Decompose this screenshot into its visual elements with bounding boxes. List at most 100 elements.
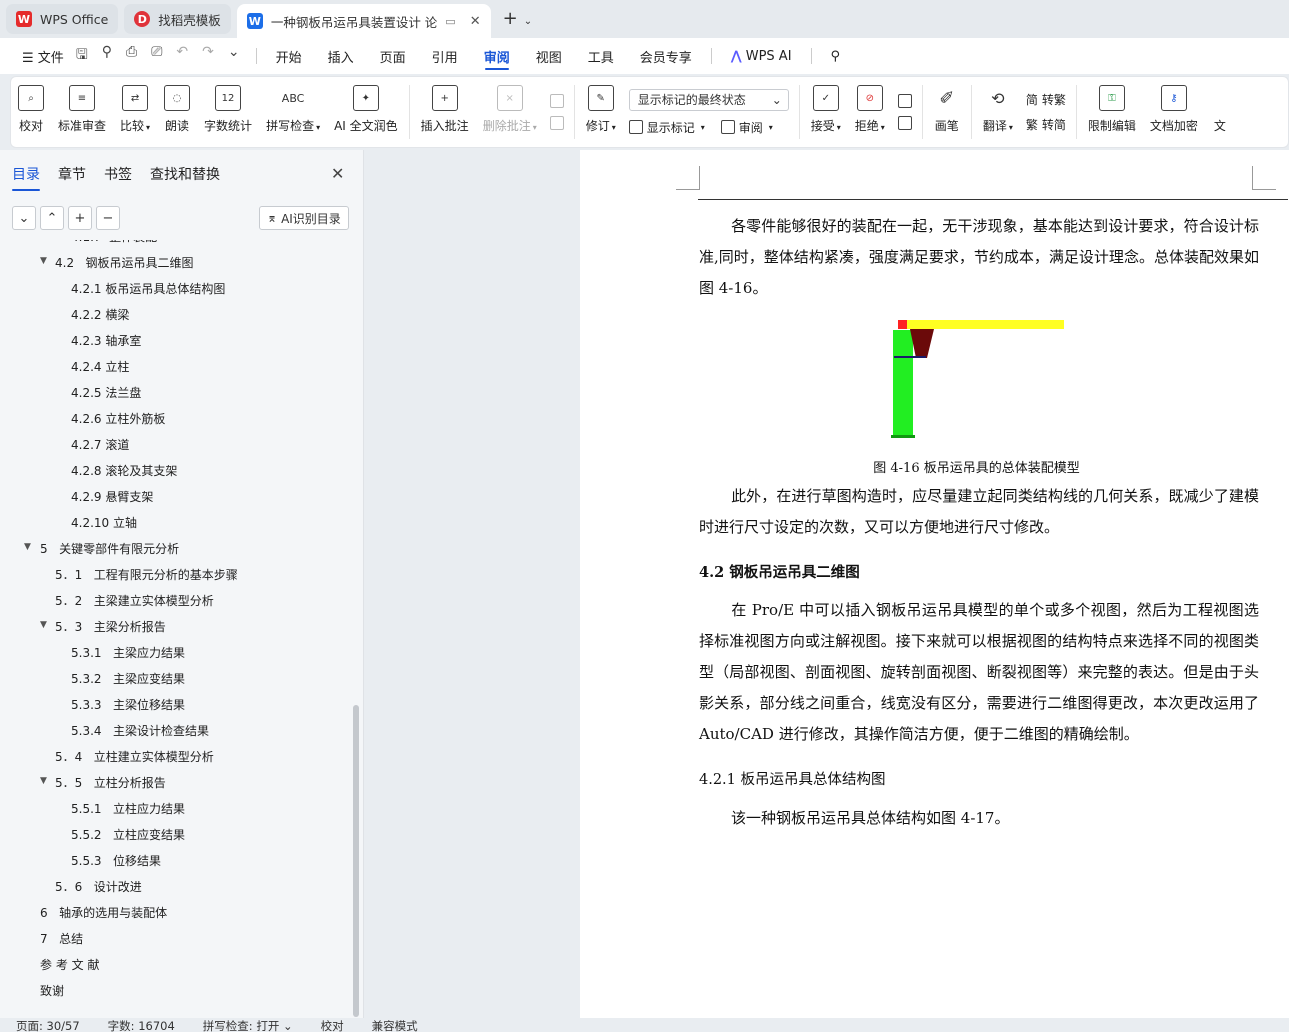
standard-review-button[interactable]: ≡ 标准审查 xyxy=(51,77,113,147)
expand-triangle-icon[interactable]: ▼ xyxy=(40,256,47,266)
toc-item[interactable]: 5.3.2 主梁应变结果 xyxy=(71,670,185,687)
print-preview-icon[interactable]: ⎚ xyxy=(151,44,162,68)
search-icon[interactable]: ⚲ xyxy=(818,38,854,74)
paragraph[interactable]: 该一种钢板吊运吊具总体结构如图 4-17。 xyxy=(699,803,1259,834)
translate-button[interactable]: ⟲ 翻译 ▾ xyxy=(976,77,1020,147)
page-indicator[interactable]: 页面: 30/57 xyxy=(16,1019,80,1032)
spell-check-indicator[interactable]: 拼写检查: 打开 ⌄ xyxy=(203,1019,293,1032)
redo-icon[interactable]: ↷ xyxy=(202,44,214,68)
markup-state-select[interactable]: 显示标记的最终状态 ⌄ xyxy=(628,88,789,111)
save-icon[interactable]: 🖫 xyxy=(76,44,88,68)
remove-icon[interactable]: − xyxy=(96,206,120,230)
toc-item[interactable]: 5．5 立柱分析报告 xyxy=(55,774,166,791)
toc-item[interactable]: 4.2.4 立柱 xyxy=(71,358,129,375)
paragraph[interactable]: 各零件能够很好的装配在一起，无干涉现象，基本能达到设计要求，符合设计标准,同时，… xyxy=(699,211,1259,304)
monitor-icon[interactable]: ▭ xyxy=(445,15,455,28)
paragraph[interactable]: 此外，在进行草图构造时，应尽量建立起同类结构线的几何关系，既减少了建模时进行尺寸… xyxy=(699,481,1259,543)
toc-item[interactable]: 参 考 文 献 xyxy=(40,956,99,973)
delete-comment-button[interactable]: × 删除批注 ▾ xyxy=(476,77,544,147)
print-icon[interactable]: ⎙ xyxy=(126,44,137,68)
chevron-down-icon[interactable]: ⌄ xyxy=(12,206,36,230)
toc-item[interactable]: 5．1 工程有限元分析的基本步骤 xyxy=(55,566,238,583)
proofread-button[interactable]: ⌕ 校对 xyxy=(11,77,51,147)
next-comment-icon[interactable] xyxy=(549,116,564,130)
nav-tab-find-replace[interactable]: 查找和替换 xyxy=(150,164,220,191)
add-icon[interactable]: + xyxy=(68,206,92,230)
tab-tools[interactable]: 工具 xyxy=(575,38,627,74)
nav-tab-chapters[interactable]: 章节 xyxy=(58,164,86,191)
to-simplified-button[interactable]: 繁转简 xyxy=(1026,116,1066,133)
chevron-up-icon[interactable]: ⌃ xyxy=(40,206,64,230)
expand-triangle-icon[interactable]: ▼ xyxy=(40,620,47,630)
toc-item[interactable]: 5.3.4 主梁设计检查结果 xyxy=(71,722,209,739)
toc-item[interactable]: 7 总结 xyxy=(40,930,83,947)
read-aloud-button[interactable]: ◌ 朗读 xyxy=(157,77,197,147)
toc-item[interactable]: 6 轴承的选用与装配体 xyxy=(40,904,167,921)
nav-tab-toc[interactable]: 目录 xyxy=(12,164,40,191)
undo-icon[interactable]: ↶ xyxy=(176,44,188,68)
restrict-edit-button[interactable]: ⚿ 限制编辑 xyxy=(1081,77,1143,147)
tab-template[interactable]: D 找稻壳模板 xyxy=(124,4,231,34)
proof-indicator[interactable]: 校对 xyxy=(321,1019,344,1032)
spell-check-button[interactable]: ABC 拼写检查 ▾ xyxy=(259,77,327,147)
show-markup-button[interactable]: 显示标记 ▾ xyxy=(628,119,705,136)
expand-triangle-icon[interactable]: ▼ xyxy=(24,542,31,552)
next-revision-icon[interactable] xyxy=(897,116,912,130)
prev-revision-icon[interactable] xyxy=(897,94,912,108)
close-icon[interactable]: ✕ xyxy=(331,164,344,183)
insert-comment-button[interactable]: + 插入批注 xyxy=(414,77,476,147)
accept-button[interactable]: ✓ 接受 ▾ xyxy=(804,77,848,147)
toc-item[interactable]: 4.2.3 轴承室 xyxy=(71,332,141,349)
toc-item[interactable]: 5.5.1 立柱应力结果 xyxy=(71,800,185,817)
wps-ai-button[interactable]: ⋀ WPS AI xyxy=(718,38,805,74)
tab-wps-office[interactable]: W WPS Office xyxy=(6,4,119,34)
ai-toc-button[interactable]: ⌆ AI识别目录 xyxy=(259,206,349,230)
toc-item[interactable]: 5.5.3 位移结果 xyxy=(71,852,161,869)
toc-item[interactable]: 5.3.3 主梁位移结果 xyxy=(71,696,185,713)
tab-view[interactable]: 视图 xyxy=(523,38,575,74)
tab-document[interactable]: W 一种钢板吊运吊具装置设计 论 ▭ ✕ xyxy=(236,4,491,38)
ai-polish-button[interactable]: ✦ AI 全文润色 xyxy=(327,77,405,147)
toc-item[interactable]: 4.2 钢板吊运吊具二维图 xyxy=(55,254,194,271)
word-count-indicator[interactable]: 字数: 16704 xyxy=(108,1019,175,1032)
toc-item[interactable]: 致谢 xyxy=(40,982,64,999)
file-menu[interactable]: ☰ 文件 xyxy=(14,47,72,66)
doc-encrypt-button[interactable]: ⚷ 文档加密 xyxy=(1143,77,1205,147)
reject-button[interactable]: ⊘ 拒绝 ▾ xyxy=(848,77,892,147)
link-icon[interactable]: ⚲ xyxy=(102,44,112,68)
toc-item[interactable]: 5．6 设计改进 xyxy=(55,878,142,895)
toc-item[interactable]: 5 关键零部件有限元分析 xyxy=(40,540,179,557)
tab-home[interactable]: 开始 xyxy=(263,38,315,74)
nav-tab-bookmarks[interactable]: 书签 xyxy=(104,164,132,191)
to-traditional-button[interactable]: 简转繁 xyxy=(1026,91,1066,108)
toc-item[interactable]: 5.3.1 主梁应力结果 xyxy=(71,644,185,661)
toc-item[interactable]: 5．3 主梁分析报告 xyxy=(55,618,166,635)
pen-button[interactable]: ✐ 画笔 xyxy=(927,77,967,147)
toc-item[interactable]: 4.2.6 立柱外筋板 xyxy=(71,410,165,427)
toc-item[interactable]: 5．4 立柱建立实体模型分析 xyxy=(55,748,214,765)
toc-item[interactable]: 4.2.7 滚道 xyxy=(71,436,129,453)
toc-item[interactable]: 4.2.2 横梁 xyxy=(71,306,129,323)
toc-item[interactable]: 5.5.2 立柱应变结果 xyxy=(71,826,185,843)
toc-item[interactable]: 4.2.5 法兰盘 xyxy=(71,384,141,401)
close-tab-icon[interactable]: ✕ xyxy=(470,14,481,29)
section-heading[interactable]: 4.2 钢板吊运吊具二维图 xyxy=(699,561,860,582)
subsection-heading[interactable]: 4.2.1 板吊运吊具总体结构图 xyxy=(699,768,886,789)
toc-item[interactable]: 4.1.7 整体装配 xyxy=(71,240,157,245)
toc-scrollbar[interactable] xyxy=(353,705,359,1017)
toc-item[interactable]: 4.2.1 板吊运吊具总体结构图 xyxy=(71,280,225,297)
expand-triangle-icon[interactable]: ▼ xyxy=(40,776,47,786)
tab-references[interactable]: 引用 xyxy=(419,38,471,74)
prev-comment-icon[interactable] xyxy=(549,94,564,108)
revise-button[interactable]: ✎ 修订 ▾ xyxy=(579,77,623,147)
chevron-down-icon[interactable]: ⌄ xyxy=(524,16,532,27)
tab-member[interactable]: 会员专享 xyxy=(627,38,705,74)
toc-item[interactable]: 4.2.10 立轴 xyxy=(71,514,137,531)
toc-item[interactable]: 4.2.8 滚轮及其支架 xyxy=(71,462,177,479)
toc-item[interactable]: 5．2 主梁建立实体模型分析 xyxy=(55,592,214,609)
more-ribbon-button[interactable]: 文 xyxy=(1205,77,1240,147)
toc-item[interactable]: 4.2.9 悬臂支架 xyxy=(71,488,153,505)
review-pane-button[interactable]: 审阅 ▾ xyxy=(720,119,773,136)
tab-page[interactable]: 页面 xyxy=(367,38,419,74)
paragraph[interactable]: 在 Pro/E 中可以插入钢板吊运吊具模型的单个或多个视图，然后为工程视图选择标… xyxy=(699,595,1259,750)
